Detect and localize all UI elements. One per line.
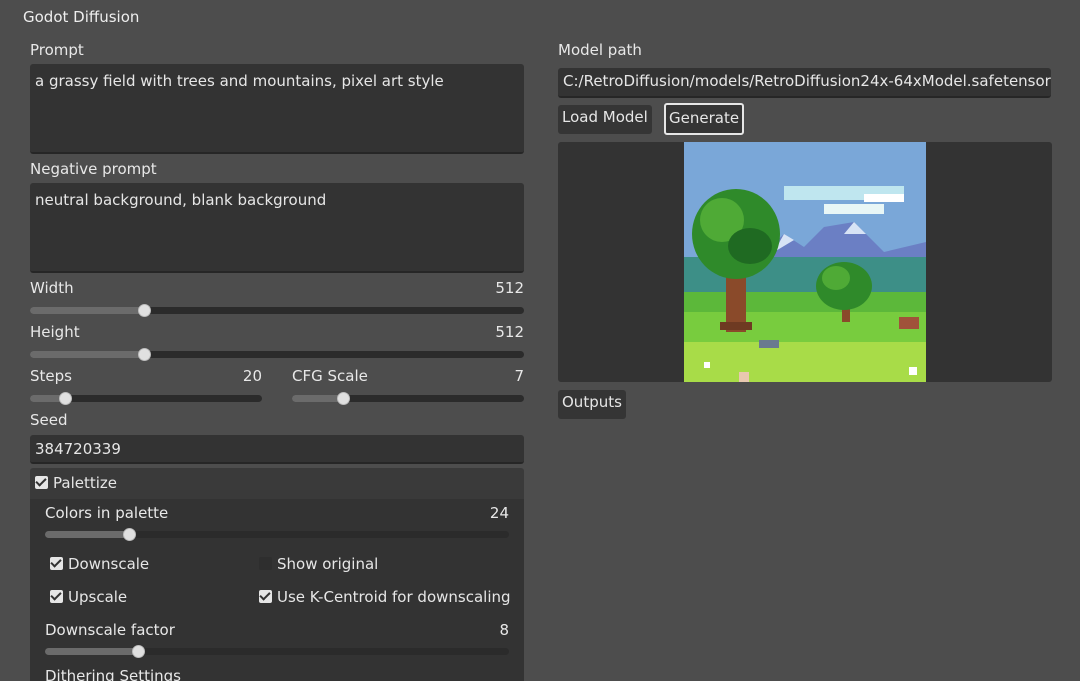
colors-in-palette-value: 24: [489, 504, 509, 522]
generate-button[interactable]: Generate: [664, 103, 745, 135]
cfg-scale-value: 7: [514, 367, 524, 385]
steps-value: 20: [242, 367, 262, 385]
cfg-scale-slider[interactable]: [292, 392, 524, 405]
seed-label: Seed: [30, 411, 68, 429]
show-original-check-icon: [259, 556, 272, 570]
height-slider-fill: [30, 351, 144, 358]
colors-slider-handle[interactable]: [122, 528, 136, 541]
kcentroid-check-icon: [259, 589, 272, 603]
steps-label: Steps: [30, 367, 72, 385]
show-original-checkbox[interactable]: Show original: [259, 555, 378, 573]
downscale-check-icon: [50, 556, 63, 570]
model-path-input[interactable]: C:/RetroDiffusion/models/RetroDiffusion2…: [558, 68, 1051, 98]
dithering-settings-header[interactable]: Dithering Settings: [45, 667, 181, 681]
downscale-factor-slider-fill: [45, 648, 138, 655]
cfg-scale-label: CFG Scale: [292, 367, 368, 385]
downscale-checkbox[interactable]: Downscale: [50, 555, 149, 573]
prompt-text: a grassy field with trees and mountains,…: [35, 72, 444, 90]
outputs-button[interactable]: Outputs: [558, 390, 626, 419]
load-model-button[interactable]: Load Model: [558, 105, 652, 134]
palettize-check-icon: [35, 475, 48, 489]
model-path-text: C:/RetroDiffusion/models/RetroDiffusion2…: [563, 72, 1051, 90]
downscale-factor-label: Downscale factor: [45, 621, 175, 639]
model-path-label: Model path: [558, 41, 642, 59]
steps-slider-handle[interactable]: [58, 392, 72, 405]
downscale-factor-value: 8: [499, 621, 509, 639]
width-slider-fill: [30, 307, 144, 314]
upscale-checkbox[interactable]: Upscale: [50, 588, 127, 606]
height-slider-handle[interactable]: [137, 348, 151, 361]
seed-input[interactable]: 384720339: [30, 435, 524, 464]
upscale-check-icon: [50, 589, 63, 603]
negative-prompt-input[interactable]: neutral background, blank background: [30, 183, 524, 273]
width-slider-handle[interactable]: [137, 304, 151, 317]
colors-in-palette-label: Colors in palette: [45, 504, 169, 522]
height-label: Height: [30, 323, 80, 341]
seed-text: 384720339: [35, 440, 121, 458]
palettize-checkbox[interactable]: Palettize: [35, 474, 117, 492]
window-title: Godot Diffusion: [23, 8, 140, 26]
height-slider[interactable]: [30, 348, 524, 361]
width-slider[interactable]: [30, 304, 524, 317]
negative-prompt-label: Negative prompt: [30, 160, 157, 178]
cfg-scale-slider-handle[interactable]: [337, 392, 351, 405]
width-label: Width: [30, 279, 74, 297]
show-original-label: Show original: [277, 555, 379, 573]
prompt-input[interactable]: a grassy field with trees and mountains,…: [30, 64, 524, 154]
downscale-factor-slider[interactable]: [45, 645, 509, 658]
prompt-label: Prompt: [30, 41, 84, 59]
pixel-art-landscape-image: [684, 142, 926, 382]
kcentroid-label: Use K-Centroid for downscaling: [277, 588, 511, 606]
steps-slider[interactable]: [30, 392, 262, 405]
colors-slider-fill: [45, 531, 129, 538]
negative-prompt-text: neutral background, blank background: [35, 191, 327, 209]
kcentroid-checkbox[interactable]: Use K-Centroid for downscaling: [259, 588, 511, 606]
downscale-factor-slider-handle[interactable]: [131, 645, 145, 658]
width-value: 512: [495, 279, 524, 297]
colors-in-palette-slider[interactable]: [45, 528, 509, 541]
palettize-label: Palettize: [53, 474, 117, 492]
cfg-scale-slider-fill: [292, 395, 344, 402]
downscale-label: Downscale: [68, 555, 150, 573]
generated-image: [684, 142, 926, 382]
upscale-label: Upscale: [68, 588, 128, 606]
height-value: 512: [495, 323, 524, 341]
